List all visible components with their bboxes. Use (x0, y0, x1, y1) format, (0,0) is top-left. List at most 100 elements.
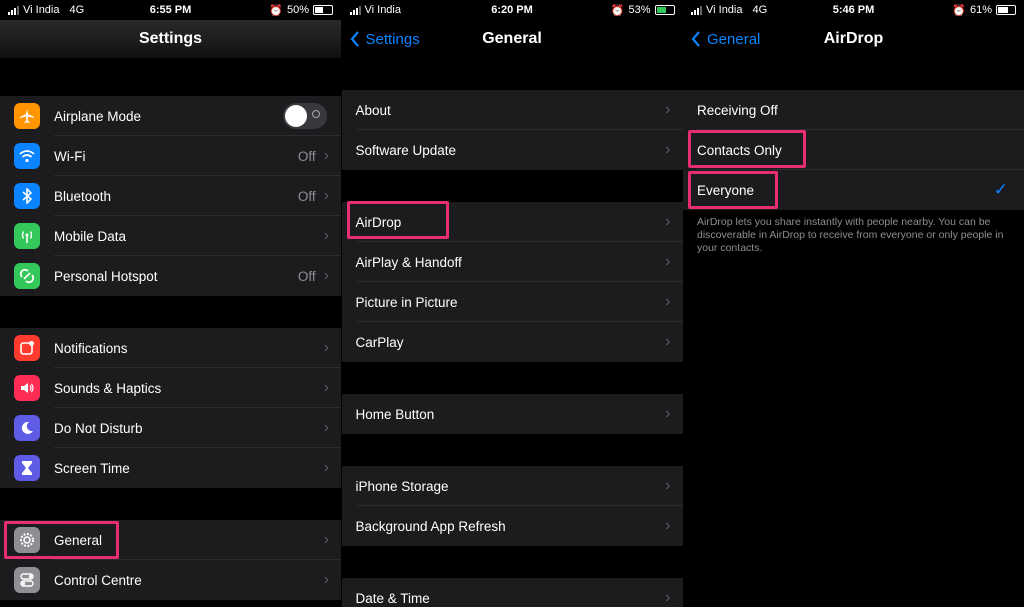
airdrop-footer-text: AirDrop lets you share instantly with pe… (697, 216, 1004, 254)
general-item-label: CarPlay (355, 334, 404, 350)
airdrop-option-label: Contacts Only (697, 142, 782, 158)
wifi-icon (14, 143, 40, 169)
chevron-right-icon: › (323, 339, 329, 356)
general-item-carplay[interactable]: CarPlay › (342, 322, 683, 362)
chevron-right-icon: › (323, 571, 329, 588)
settings-group-notifications: Notifications › Sounds & Haptics › Do No… (0, 328, 341, 488)
settings-item-personal-hotspot[interactable]: Personal Hotspot Off › (0, 256, 341, 296)
general-item-label: Picture in Picture (355, 294, 458, 310)
general-item-label: Software Update (355, 142, 457, 158)
battery-icon (313, 5, 333, 15)
chevron-right-icon: › (323, 379, 329, 396)
settings-item-mobile-data[interactable]: Mobile Data › (0, 216, 341, 256)
back-button[interactable]: Settings (350, 30, 420, 48)
settings-item-label: Screen Time (54, 460, 130, 476)
airplane-mode-toggle[interactable] (283, 103, 327, 129)
general-item-label: AirDrop (355, 214, 402, 230)
status-bar: Vi India 4G 5:46 PM ⏰ 61% (683, 0, 1024, 20)
signal-icon (8, 5, 19, 15)
settings-item-label: Mobile Data (54, 228, 127, 244)
chevron-right-icon: › (323, 531, 329, 548)
settings-item-notifications[interactable]: Notifications › (0, 328, 341, 368)
settings-item-do-not-disturb[interactable]: Do Not Disturb › (0, 408, 341, 448)
chevron-right-icon: › (323, 459, 329, 476)
settings-item-value: Off (297, 188, 316, 204)
alarm-icon: ⏰ (610, 4, 625, 17)
settings-group-connectivity: Airplane Mode Wi-Fi Off › Bluetooth Off … (0, 96, 341, 296)
checkmark-icon: ✓ (993, 180, 1008, 199)
settings-item-label: Wi-Fi (54, 148, 86, 164)
general-item-picture-in-picture[interactable]: Picture in Picture › (342, 282, 683, 322)
general-item-label: Date & Time (355, 590, 430, 606)
settings-item-value: Off (297, 148, 316, 164)
airdrop-screen: Vi India 4G 5:46 PM ⏰ 61% General AirDro… (683, 0, 1024, 607)
airdrop-option-everyone[interactable]: Everyone ✓ (683, 170, 1024, 210)
alarm-icon: ⏰ (952, 4, 966, 17)
settings-item-label: Control Centre (54, 572, 142, 588)
airdrop-option-receiving-off[interactable]: Receiving Off (683, 90, 1024, 130)
battery-percent: 50% (286, 4, 309, 16)
nav-bar: Settings General (342, 20, 683, 58)
general-item-airdrop[interactable]: AirDrop › (342, 202, 683, 242)
chevron-right-icon: › (665, 589, 671, 606)
chevron-right-icon: › (665, 477, 671, 494)
battery-charging-icon (654, 5, 675, 15)
general-item-label: AirPlay & Handoff (355, 254, 462, 270)
general-item-background-app-refresh[interactable]: Background App Refresh › (342, 506, 683, 546)
airdrop-option-label: Receiving Off (697, 102, 778, 118)
chevron-right-icon: › (323, 267, 329, 284)
airdrop-option-contacts-only[interactable]: Contacts Only (683, 130, 1024, 170)
general-item-software-update[interactable]: Software Update › (342, 130, 683, 170)
chevron-left-icon (691, 31, 700, 47)
general-item-about[interactable]: About › (342, 90, 683, 130)
general-item-iphone-storage[interactable]: iPhone Storage › (342, 466, 683, 506)
back-button-label: Settings (365, 30, 420, 48)
settings-item-bluetooth[interactable]: Bluetooth Off › (0, 176, 341, 216)
nav-bar: Settings (0, 20, 341, 58)
settings-item-label: Do Not Disturb (54, 420, 143, 436)
general-group-airdrop: AirDrop › AirPlay & Handoff › Picture in… (341, 202, 683, 362)
carrier: Vi India (23, 4, 60, 16)
general-item-airplay-handoff[interactable]: AirPlay & Handoff › (342, 242, 683, 282)
gear-icon (14, 527, 40, 553)
settings-item-general[interactable]: General › (0, 520, 341, 560)
general-item-home-button[interactable]: Home Button › (342, 394, 683, 434)
general-item-date-time[interactable]: Date & Time › (342, 578, 683, 607)
settings-screen: Vi India 4G 6:55 PM ⏰ 50% Settings Airpl… (0, 0, 341, 607)
carrier: Vi India (364, 4, 402, 16)
airdrop-options: Receiving Off Contacts Only Everyone ✓ (683, 90, 1024, 210)
settings-item-screen-time[interactable]: Screen Time › (0, 448, 341, 488)
settings-item-control-centre[interactable]: Control Centre › (0, 560, 341, 600)
settings-item-sounds-haptics[interactable]: Sounds & Haptics › (0, 368, 341, 408)
chevron-right-icon: › (665, 293, 671, 310)
carrier: Vi India (706, 4, 743, 16)
speaker-icon (14, 375, 40, 401)
chevron-right-icon: › (665, 405, 671, 422)
chevron-right-icon: › (665, 333, 671, 350)
signal-icon (349, 5, 361, 15)
settings-item-label: Sounds & Haptics (54, 380, 162, 396)
settings-item-wifi[interactable]: Wi-Fi Off › (0, 136, 341, 176)
general-group-about: About › Software Update › (341, 90, 683, 170)
page-title: AirDrop (823, 30, 884, 47)
settings-item-airplane-mode[interactable]: Airplane Mode (0, 96, 341, 136)
settings-item-label: Bluetooth (54, 188, 112, 204)
settings-item-label: Personal Hotspot (54, 268, 158, 284)
back-button-label: General (707, 30, 761, 48)
page-title: Settings (138, 30, 203, 47)
settings-item-label: Notifications (54, 340, 128, 356)
alarm-icon: ⏰ (269, 4, 283, 17)
settings-item-value: Off (297, 268, 316, 284)
hourglass-icon (14, 455, 40, 481)
chevron-right-icon: › (323, 147, 329, 164)
settings-group-general: General › Control Centre › (0, 520, 341, 600)
settings-item-label: General (54, 532, 103, 548)
airdrop-option-label: Everyone (697, 182, 755, 198)
notifications-icon (14, 335, 40, 361)
status-bar: Vi India 4G 6:55 PM ⏰ 50% (0, 0, 341, 20)
chevron-right-icon: › (665, 101, 671, 118)
chevron-right-icon: › (323, 227, 329, 244)
back-button[interactable]: General (691, 30, 760, 48)
general-item-label: Background App Refresh (355, 518, 506, 534)
general-item-label: Home Button (355, 406, 435, 422)
